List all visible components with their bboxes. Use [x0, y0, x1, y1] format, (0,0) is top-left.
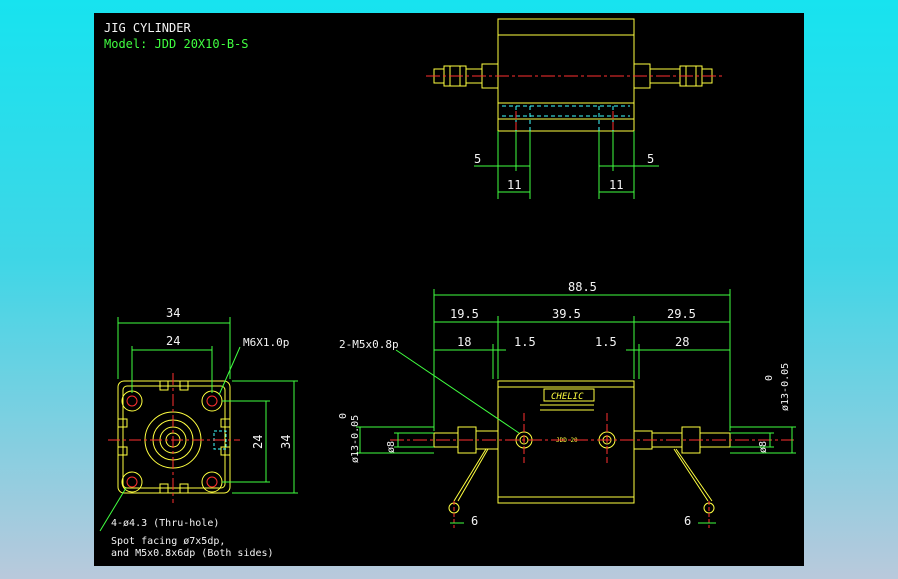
front-view: 34 24 24 34 M6X1.0p 4-ø4.3 (Thru-hole) S…	[99, 306, 298, 559]
side-view: CHELIC JDD 20 88.5 19.5 39.5 29.5 18 1.5…	[338, 280, 796, 528]
dim-front-24-width: 24	[166, 334, 180, 348]
dia-right-13: ø13-0.05	[780, 363, 791, 411]
dim-29-5: 29.5	[667, 307, 696, 321]
dia-left-13: ø13-0.05	[350, 415, 361, 463]
dim-front-34-height: 34	[279, 435, 293, 449]
dim-19-5: 19.5	[450, 307, 479, 321]
dia-left-tol: 0	[338, 413, 349, 419]
spot-facing-note: Spot facing ø7x5dp,	[111, 536, 225, 547]
drawing-model: Model: JDD 20X10-B-S	[104, 37, 249, 51]
dim-front-34-width: 34	[166, 306, 180, 320]
dim-1-5-right: 1.5	[595, 335, 617, 349]
dim-top-5-right: 5	[647, 152, 654, 166]
dia-right-tol: 0	[764, 375, 775, 381]
port-label: 2-M5x0.8p	[339, 338, 399, 351]
dim-top-11-left: 11	[507, 178, 521, 192]
dim-front-24-height: 24	[251, 435, 265, 449]
drawing-title: JIG CYLINDER	[104, 21, 191, 35]
dia-right-8: ø8	[758, 441, 769, 453]
dia-left-8: ø8	[386, 441, 397, 453]
dim-1-5-left: 1.5	[514, 335, 536, 349]
top-view: 5 11 11 5	[426, 18, 722, 199]
dim-overall-88-5: 88.5	[568, 280, 597, 294]
dim-6-left: 6	[471, 514, 478, 528]
dim-39-5: 39.5	[552, 307, 581, 321]
hole-label: 4-ø4.3 (Thru-hole)	[111, 518, 219, 529]
dim-28: 28	[675, 335, 689, 349]
dim-18: 18	[457, 335, 471, 349]
drawing-canvas: JIG CYLINDER Model: JDD 20X10-B-S 5 11 1…	[99, 18, 796, 559]
brand-label: CHELIC	[551, 392, 584, 402]
cad-drawing-sheet: JIG CYLINDER Model: JDD 20X10-B-S 5 11 1…	[94, 13, 804, 566]
thread-depth-note: and M5x0.8x6dp (Both sides)	[111, 548, 274, 559]
dim-top-5-left: 5	[474, 152, 481, 166]
dim-6-right: 6	[684, 514, 691, 528]
dim-top-11-right: 11	[609, 178, 623, 192]
thread-label: M6X1.0p	[243, 336, 289, 349]
